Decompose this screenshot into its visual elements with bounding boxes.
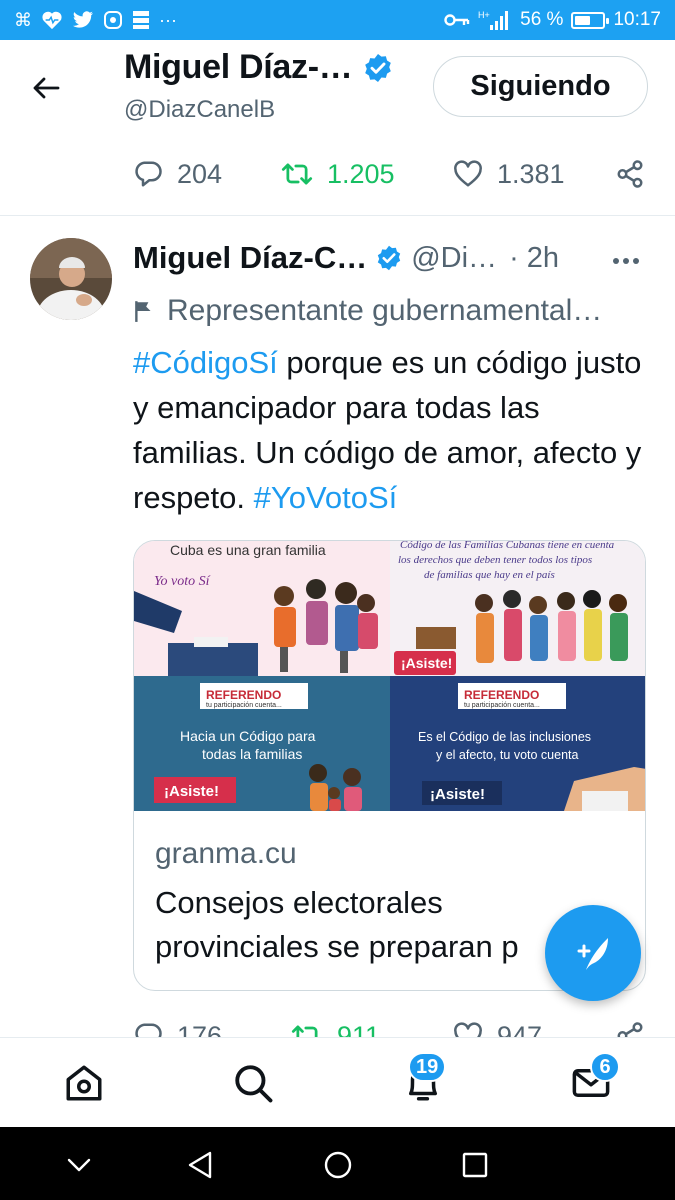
hashtag-link[interactable]: #CódigoSí xyxy=(133,345,278,380)
card-panel2-line1: Código de las Familias Cubanas tiene en … xyxy=(400,541,615,551)
tweet-author-handle[interactable]: @Di… xyxy=(411,242,497,275)
previous-tweet-actions: 204 1.205 1.381 xyxy=(0,152,675,196)
card-panel3-participacion: tu participación cuenta... xyxy=(206,702,282,709)
signal-icon: H+ xyxy=(478,10,509,30)
card-panel4-participacion: tu participación cuenta... xyxy=(464,702,540,709)
bottom-navigation: 19 6 xyxy=(0,1037,675,1127)
compose-feather-icon xyxy=(577,938,608,970)
nav-messages[interactable]: 6 xyxy=(566,1052,620,1108)
government-label-text: Representante gubernamental… xyxy=(167,294,603,327)
card-panel1-sub: Yo voto Sí xyxy=(154,574,211,589)
reply-button[interactable]: 204 xyxy=(133,159,222,190)
card-panel2-line2: los derechos que deben tener todos los t… xyxy=(398,554,592,566)
nav-search[interactable] xyxy=(228,1058,278,1108)
link-card-domain: granma.cu xyxy=(155,837,297,870)
hashtag-link[interactable]: #YoVotoSí xyxy=(254,480,398,515)
more-icon: ··· xyxy=(159,9,177,30)
command-icon: ⌘ xyxy=(14,9,32,30)
triangle-back-icon xyxy=(188,1151,212,1179)
tweet-divider xyxy=(0,215,675,216)
card-panel2-asiste: ¡Asiste! xyxy=(401,655,452,671)
card-panel4-line2: y el afecto, tu voto cuenta xyxy=(436,748,578,762)
more-options-button[interactable] xyxy=(612,252,640,270)
circle-home-icon xyxy=(324,1151,352,1179)
card-panel3-line2: todas la familias xyxy=(202,746,302,762)
system-back-button[interactable] xyxy=(180,1145,220,1185)
nav-notifications[interactable]: 19 xyxy=(398,1052,448,1108)
card-panel3-referendo: REFERENDO xyxy=(206,688,281,702)
chevron-down-icon xyxy=(67,1158,91,1172)
card-panel4-asiste: ¡Asiste! xyxy=(430,786,485,803)
clock: 10:17 xyxy=(613,9,661,30)
heart-monitor-icon xyxy=(42,11,62,30)
collapse-button[interactable] xyxy=(59,1145,99,1185)
retweet-count: 1.205 xyxy=(327,158,395,189)
verified-badge-icon xyxy=(378,245,401,271)
key-icon xyxy=(444,14,470,26)
share-icon xyxy=(617,160,643,188)
card-panel2-line3: de familias que hay en el país xyxy=(424,569,555,581)
share-button[interactable] xyxy=(615,159,645,189)
tweet-timestamp: · 2h xyxy=(509,241,560,274)
verified-badge-icon xyxy=(365,53,392,82)
profile-name: Miguel Díaz-… xyxy=(124,48,353,86)
battery-icon xyxy=(571,11,610,29)
retweet-icon xyxy=(281,163,313,185)
more-icon xyxy=(613,258,639,264)
flag-icon xyxy=(135,301,151,322)
twitter-icon xyxy=(72,11,93,28)
status-bar: ⌘ ··· H+ 56 % 10:17 xyxy=(0,0,675,40)
storage-icon xyxy=(133,11,149,29)
back-button[interactable] xyxy=(26,68,66,108)
retweet-button[interactable]: 1.205 xyxy=(281,159,395,190)
link-card-image: Cuba es una gran familia Yo voto Sí Códi… xyxy=(134,541,645,811)
like-button[interactable]: 1.381 xyxy=(453,159,565,190)
compose-tweet-button[interactable] xyxy=(545,905,641,1001)
system-navigation-bar xyxy=(0,1127,675,1200)
system-recents-button[interactable] xyxy=(455,1145,495,1185)
back-arrow-icon xyxy=(33,77,60,99)
profile-header: Miguel Díaz-… @DiazCanelB Siguiendo xyxy=(0,40,675,132)
svg-text:H+: H+ xyxy=(478,10,490,20)
square-recents-icon xyxy=(462,1152,488,1178)
system-home-button[interactable] xyxy=(318,1145,358,1185)
card-panel4-line1: Es el Código de las inclusiones xyxy=(418,730,591,744)
notifications-badge: 19 xyxy=(408,1052,447,1082)
tweet-text: #CódigoSí porque es un código justo y em… xyxy=(133,340,643,520)
home-icon xyxy=(66,1065,102,1101)
avatar[interactable] xyxy=(30,238,112,320)
nav-home[interactable] xyxy=(59,1058,109,1108)
following-button[interactable]: Siguiendo xyxy=(433,56,648,117)
reply-count: 204 xyxy=(177,158,223,189)
messages-badge: 6 xyxy=(590,1052,620,1082)
search-icon xyxy=(235,1065,273,1103)
reply-icon xyxy=(135,161,162,187)
profile-handle: @DiazCanelB xyxy=(124,96,276,123)
card-panel3-asiste: ¡Asiste! xyxy=(164,783,219,800)
like-count: 1.381 xyxy=(497,158,565,189)
government-label: Representante gubernamental… xyxy=(133,294,602,328)
tweet-author-name[interactable]: Miguel Díaz-C… xyxy=(133,240,367,276)
vpn-icon xyxy=(104,11,122,29)
card-panel3-line1: Hacia un Código para xyxy=(180,728,316,744)
card-panel1-title: Cuba es una gran familia xyxy=(170,542,326,558)
status-bar-notification-icons: ⌘ ··· xyxy=(14,10,177,31)
heart-icon xyxy=(454,160,482,187)
battery-percentage: 56 % xyxy=(520,9,564,30)
card-panel4-referendo: REFERENDO xyxy=(464,688,539,702)
